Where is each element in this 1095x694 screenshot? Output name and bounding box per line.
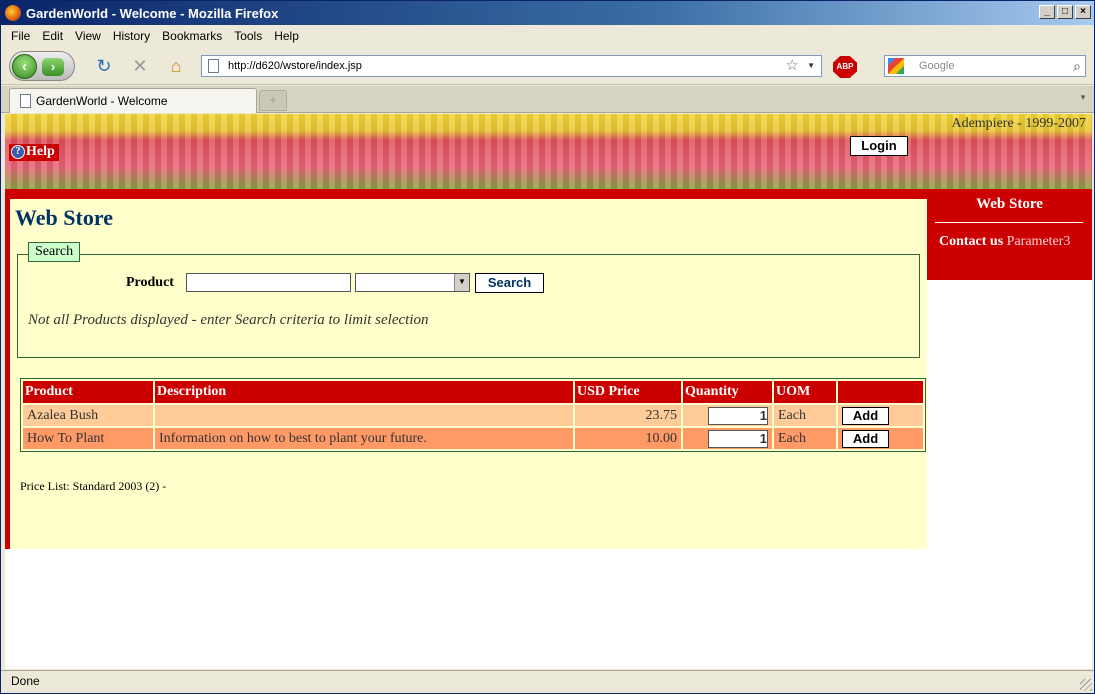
- window-title: GardenWorld - Welcome - Mozilla Firefox: [26, 5, 279, 21]
- menu-edit[interactable]: Edit: [42, 29, 63, 43]
- search-legend: Search: [28, 242, 81, 262]
- title-bar: GardenWorld - Welcome - Mozilla Firefox …: [1, 1, 1094, 25]
- cell-action: Add: [838, 405, 923, 426]
- help-label: Help: [26, 144, 55, 159]
- contact-label: Contact us: [939, 234, 1004, 249]
- minimize-icon[interactable]: _: [1039, 5, 1055, 19]
- menu-file[interactable]: File: [11, 29, 30, 43]
- header-product: Product: [23, 381, 153, 403]
- cell-quantity: 1: [683, 428, 772, 449]
- add-button[interactable]: Add: [842, 429, 889, 448]
- new-tab-icon[interactable]: +: [259, 90, 287, 111]
- header-price: USD Price: [575, 381, 681, 403]
- help-link[interactable]: ? Help: [9, 144, 59, 161]
- status-bar: Done: [1, 670, 1094, 693]
- table-header-row: Product Description USD Price Quantity U…: [23, 381, 923, 403]
- firefox-icon: [5, 5, 21, 21]
- reload-icon[interactable]: ↻: [93, 56, 115, 78]
- google-icon[interactable]: [888, 58, 904, 74]
- forward-icon[interactable]: ›: [42, 58, 64, 76]
- cell-action: Add: [838, 428, 923, 449]
- home-icon[interactable]: ⌂: [165, 56, 187, 78]
- quantity-input[interactable]: 1: [708, 406, 768, 425]
- cell-quantity: 1: [683, 405, 772, 426]
- copyright-text: Adempiere - 1999-2007: [951, 116, 1086, 131]
- cell-description: Information on how to best to plant your…: [155, 428, 573, 449]
- sidebar-contact[interactable]: Contact us Parameter3: [939, 234, 1070, 250]
- menu-history[interactable]: History: [113, 29, 150, 43]
- sidebar-separator: [935, 222, 1083, 223]
- cell-product: Azalea Bush: [23, 405, 153, 426]
- search-notice: Not all Products displayed - enter Searc…: [28, 312, 429, 328]
- navigation-toolbar: ‹ › ↻ ✕ ⌂ http://d620/wstore/index.jsp ☆…: [1, 47, 1094, 85]
- status-text: Done: [11, 674, 40, 688]
- table-row: Azalea Bush 23.75 1 Each Add: [23, 405, 923, 426]
- page-content: ? Help Adempiere - 1999-2007 Login Web S…: [5, 114, 1092, 669]
- tab-label: GardenWorld - Welcome: [36, 94, 168, 108]
- back-forward-group: ‹ ›: [9, 51, 75, 81]
- back-icon[interactable]: ‹: [12, 54, 37, 79]
- header-action: [838, 381, 923, 403]
- contact-param: Parameter3: [1006, 234, 1071, 249]
- cell-price: 10.00: [575, 428, 681, 449]
- url-dropdown-icon[interactable]: ▼: [807, 56, 815, 76]
- right-sidebar: Web Store Contact us Parameter3: [927, 189, 1092, 280]
- magnifier-icon[interactable]: ⌕: [1073, 56, 1081, 76]
- table-row: How To Plant Information on how to best …: [23, 428, 923, 449]
- menu-bar: File Edit View History Bookmarks Tools H…: [1, 25, 1094, 47]
- menu-tools[interactable]: Tools: [234, 29, 262, 43]
- tab-bar: GardenWorld - Welcome + ▾: [1, 86, 1094, 113]
- url-bar[interactable]: http://d620/wstore/index.jsp ☆ ▼: [201, 55, 822, 77]
- login-button[interactable]: Login: [850, 136, 908, 156]
- stop-icon[interactable]: ✕: [129, 56, 151, 78]
- browser-window: GardenWorld - Welcome - Mozilla Firefox …: [0, 0, 1095, 694]
- menu-help[interactable]: Help: [274, 29, 299, 43]
- page-icon: [20, 94, 31, 108]
- close-icon[interactable]: ×: [1075, 5, 1091, 19]
- resize-grip-icon[interactable]: [1080, 679, 1092, 691]
- product-label: Product: [126, 275, 174, 290]
- quantity-input[interactable]: 1: [708, 429, 768, 448]
- add-button[interactable]: Add: [842, 406, 889, 425]
- maximize-icon[interactable]: □: [1057, 5, 1073, 19]
- search-button[interactable]: Search: [475, 273, 544, 293]
- search-fieldset: Search Product ▼ Search Not all Products…: [17, 242, 920, 358]
- header-description: Description: [155, 381, 573, 403]
- product-table: Product Description USD Price Quantity U…: [20, 378, 926, 452]
- url-text: http://d620/wstore/index.jsp: [228, 60, 362, 72]
- header-uom: UOM: [774, 381, 836, 403]
- product-search-input[interactable]: [186, 273, 351, 292]
- bookmark-star-icon[interactable]: ☆: [786, 56, 799, 76]
- main-panel: Web Store Search Product ▼ Search Not al…: [10, 199, 927, 549]
- tulip-banner: [5, 114, 1092, 189]
- tab-list-icon[interactable]: ▾: [1076, 92, 1090, 108]
- cell-uom: Each: [774, 405, 836, 426]
- web-search-placeholder: Google: [919, 60, 955, 72]
- page-title: Web Store: [15, 205, 113, 230]
- price-list-info: Price List: Standard 2003 (2) -: [20, 479, 167, 493]
- cell-description: [155, 405, 573, 426]
- cell-uom: Each: [774, 428, 836, 449]
- adblock-icon[interactable]: ABP: [833, 56, 857, 78]
- chevron-down-icon[interactable]: ▼: [454, 274, 469, 291]
- header-quantity: Quantity: [683, 381, 772, 403]
- category-select[interactable]: ▼: [355, 273, 470, 292]
- web-search-input[interactable]: Google ⌕: [884, 55, 1086, 77]
- page-icon: [208, 59, 219, 73]
- tab-gardenworld[interactable]: GardenWorld - Welcome: [9, 88, 257, 113]
- cell-price: 23.75: [575, 405, 681, 426]
- help-icon: ?: [11, 145, 25, 159]
- window-controls: _ □ ×: [1039, 5, 1091, 19]
- menu-bookmarks[interactable]: Bookmarks: [162, 29, 222, 43]
- sidebar-web-store-link[interactable]: Web Store: [927, 196, 1092, 213]
- menu-view[interactable]: View: [75, 29, 101, 43]
- cell-product: How To Plant: [23, 428, 153, 449]
